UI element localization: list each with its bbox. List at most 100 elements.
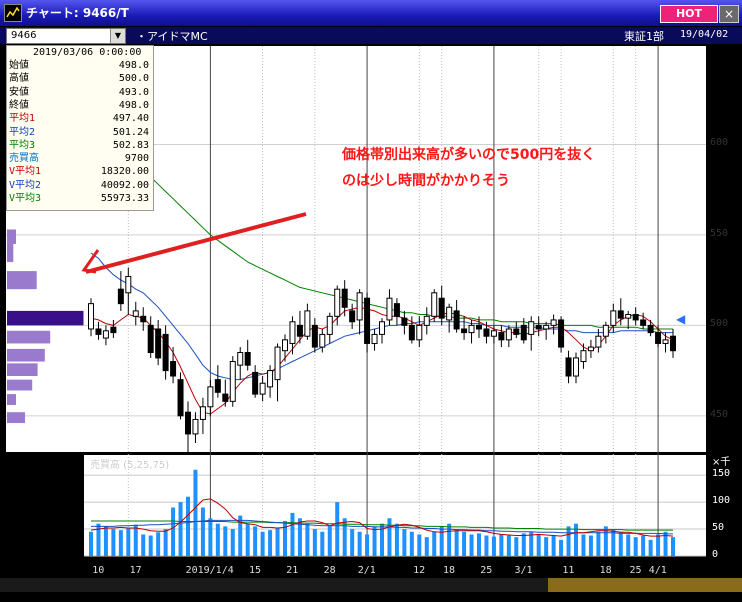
info-value: 498.0 <box>118 60 149 71</box>
hot-button[interactable]: HOT <box>660 5 718 23</box>
candle-body <box>476 324 482 330</box>
volume-profile-bar <box>7 394 16 405</box>
info-label: 平均2 <box>9 126 36 138</box>
date-tick-label: 18 <box>442 565 455 576</box>
candle-body <box>192 418 199 435</box>
candle-body <box>453 310 460 330</box>
volume-bar <box>118 530 123 556</box>
info-label: 平均1 <box>9 113 36 125</box>
candle-body <box>356 292 363 321</box>
candle-body <box>170 361 177 377</box>
volume-bar <box>521 533 526 556</box>
candle-body <box>296 324 303 337</box>
volume-tick-label: 150 <box>712 468 731 480</box>
volume-bar <box>133 524 138 556</box>
volume-profile-bar <box>7 363 38 377</box>
info-value: 493.0 <box>118 86 149 98</box>
candle-body <box>632 314 639 321</box>
volume-panel-label: 売買高 (5,25,75) <box>90 460 170 471</box>
candle-body <box>379 321 385 335</box>
candle-body <box>349 310 356 323</box>
symbol-value: 9466 <box>11 30 37 41</box>
date-tick-label: 18 <box>599 565 612 576</box>
info-row: 高値 500.0 <box>7 73 151 85</box>
volume-bar <box>491 536 496 556</box>
volume-bar <box>230 529 235 556</box>
candle-body <box>513 328 520 335</box>
candle-body <box>416 324 423 341</box>
volume-bar <box>462 531 467 556</box>
volume-bar <box>171 507 176 556</box>
volume-bar <box>268 530 273 556</box>
candle-body <box>95 328 102 335</box>
volume-bar <box>126 527 131 556</box>
candle-body <box>102 330 109 339</box>
candle-body <box>602 324 609 337</box>
candle-body <box>185 411 191 435</box>
volume-bar <box>327 526 332 556</box>
volume-bar <box>514 537 519 556</box>
candle-body <box>595 335 602 348</box>
candle-body <box>252 371 259 395</box>
info-value: 18320.00 <box>100 166 149 178</box>
volume-bar <box>335 502 340 556</box>
date-tick-label: 3/1 <box>514 565 533 576</box>
info-row: 平均1 497.40 <box>7 113 151 125</box>
candle-body <box>610 310 617 326</box>
candle-body <box>132 310 139 317</box>
candle-body <box>117 288 124 305</box>
candle-body <box>140 315 147 323</box>
company-name: ・アイドマMC <box>136 30 208 43</box>
volume-profile-peak-bar <box>7 310 84 326</box>
chevron-down-icon[interactable]: ▼ <box>110 29 125 43</box>
info-label: V平均3 <box>9 193 42 204</box>
candle-body <box>386 297 393 321</box>
candle-body <box>587 346 594 352</box>
window-title: チャート: 9466/T <box>26 6 129 20</box>
date-tick-label: 12 <box>413 565 426 576</box>
volume-profile-bar <box>7 379 33 391</box>
volume-bar <box>439 526 444 556</box>
volume-bar <box>148 535 153 556</box>
close-button[interactable]: × <box>719 5 739 23</box>
volume-bar <box>417 534 422 556</box>
candle-body <box>319 333 326 348</box>
volume-profile-bar <box>7 271 37 290</box>
volume-profile-bar <box>7 412 25 424</box>
info-label: 高値 <box>9 73 29 85</box>
date-tick-label: 4/1 <box>648 565 667 576</box>
volume-bar <box>283 520 287 556</box>
volume-profile-bar <box>7 348 45 362</box>
annotation-line-2: のは少し時間がかかりそう <box>342 173 510 189</box>
candle-body <box>505 328 512 341</box>
annotation-line-1: 価格帯別出来高が多いので500円を抜く <box>342 147 596 163</box>
date-tick-label: 2019/1/4 <box>185 565 234 576</box>
date-tick-label: 2/1 <box>357 565 376 576</box>
volume-profile-bar <box>7 243 14 263</box>
window-titlebar: チャート: 9466/T HOT × <box>0 0 742 27</box>
info-row: 終値 498.0 <box>7 100 151 112</box>
candle-body <box>670 335 676 352</box>
info-label: 終値 <box>9 99 29 111</box>
info-row: 平均2 501.24 <box>7 127 151 139</box>
symbol-select[interactable]: 9466 ▼ <box>6 28 126 44</box>
info-value: 40092.00 <box>100 179 149 191</box>
volume-bar <box>432 531 437 556</box>
volume-bar <box>312 529 317 556</box>
volume-unit: ×千 <box>712 457 731 468</box>
info-value: 497.40 <box>112 113 149 125</box>
candle-body <box>229 361 236 402</box>
volume-bar <box>260 531 265 556</box>
candle-body <box>326 315 333 335</box>
candle-body <box>222 393 229 402</box>
info-row: 安値 493.0 <box>7 87 151 99</box>
candle-body <box>177 379 184 417</box>
candle-body <box>259 382 266 395</box>
candle-body <box>244 352 251 366</box>
date-tick-label: 21 <box>286 565 299 576</box>
volume-bar <box>305 523 310 556</box>
date-tick-label: 25 <box>480 565 493 576</box>
candle-body <box>446 306 453 321</box>
volume-bar <box>648 539 653 556</box>
date-tick-label: 28 <box>323 565 336 576</box>
